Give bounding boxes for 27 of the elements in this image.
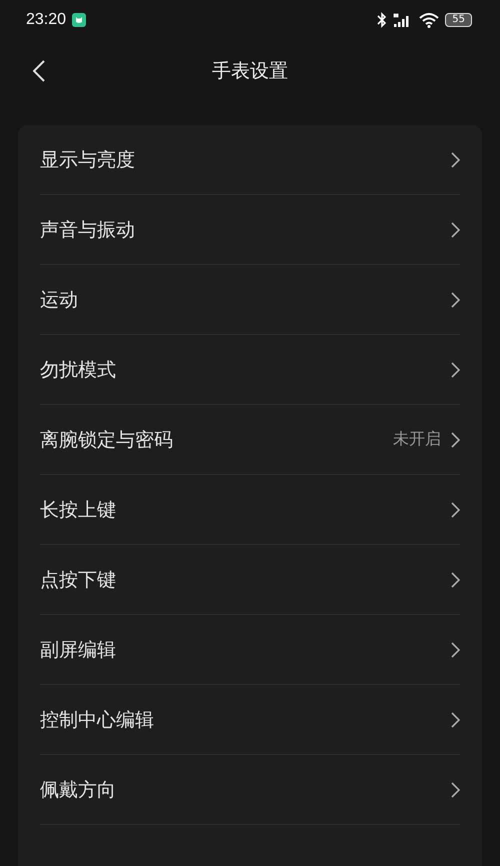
chevron-icon xyxy=(451,782,460,798)
settings-item[interactable]: 勿扰模式 xyxy=(40,334,460,404)
page-title: 手表设置 xyxy=(212,59,288,84)
chevron-icon xyxy=(451,152,460,168)
settings-item[interactable]: 点按下键 xyxy=(40,544,460,614)
chevron-icon xyxy=(451,502,460,518)
wifi-icon xyxy=(419,12,440,28)
chevron-icon xyxy=(451,362,460,378)
settings-item[interactable]: 控制中心编辑 xyxy=(40,684,460,754)
status-time: 23:20 xyxy=(26,11,66,29)
chevron-icon xyxy=(451,292,460,308)
settings-item[interactable]: 长按上键 xyxy=(40,474,460,544)
settings-item[interactable]: 运动 xyxy=(40,264,460,334)
battery-indicator: 55 xyxy=(445,13,472,27)
chevron-icon xyxy=(451,642,460,658)
chevron-icon xyxy=(451,712,460,728)
settings-item[interactable]: 声音与振动 xyxy=(40,194,460,264)
chevron-icon xyxy=(451,432,460,448)
app-notification-icon xyxy=(72,13,86,27)
settings-item[interactable]: 显示与亮度 xyxy=(40,125,460,194)
chevron-icon xyxy=(451,572,460,588)
settings-item[interactable]: 副屏编辑 xyxy=(40,614,460,684)
chevron-icon xyxy=(451,222,460,238)
back-icon[interactable] xyxy=(33,60,45,82)
settings-item[interactable]: 佩戴方向 xyxy=(40,754,460,825)
settings-item[interactable]: 离腕锁定与密码 未开启 xyxy=(40,404,460,474)
bluetooth-icon xyxy=(377,12,388,28)
